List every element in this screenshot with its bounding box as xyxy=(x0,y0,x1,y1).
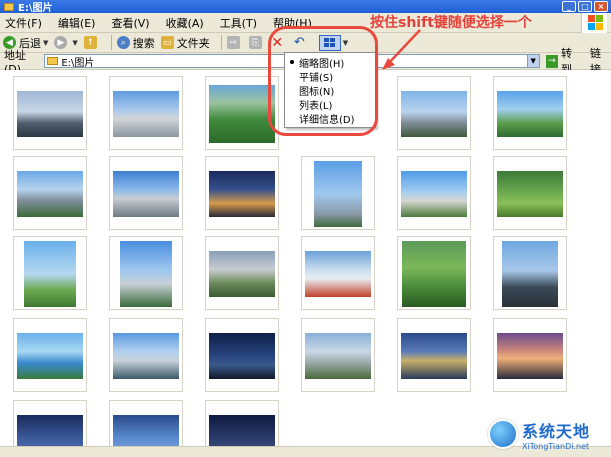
search-button[interactable]: ⌕ 搜索 xyxy=(116,35,155,51)
thumbnail-item[interactable] xyxy=(205,236,279,310)
copy-to-icon: ⎘ xyxy=(248,36,262,49)
windows-logo-icon xyxy=(581,13,607,33)
thumbnail-item[interactable] xyxy=(397,236,471,310)
thumbnail-image xyxy=(402,241,466,307)
thumbnail-image xyxy=(502,241,558,307)
forward-button[interactable]: ▶ ▼ xyxy=(54,36,78,49)
thumbnail-image xyxy=(401,91,467,137)
thumbnail-item[interactable] xyxy=(109,76,183,150)
thumbnail-item[interactable] xyxy=(397,76,471,150)
thumbnail-image xyxy=(24,241,76,307)
thumbnail-image xyxy=(497,333,563,379)
thumbnail-item[interactable] xyxy=(205,318,279,392)
thumbnail-image xyxy=(497,91,563,137)
thumbnail-item[interactable] xyxy=(493,76,567,150)
folders-button[interactable]: ▭ 文件夹 xyxy=(160,35,210,51)
window-title: E:\图片 xyxy=(18,3,53,14)
thumbnail-image xyxy=(401,171,467,217)
thumbnail-image xyxy=(305,333,371,379)
thumbnail-image xyxy=(209,415,275,446)
thumbnail-image xyxy=(17,91,83,137)
thumbnail-image xyxy=(17,333,83,379)
thumbnail-image xyxy=(497,171,563,217)
thumbnail-item[interactable] xyxy=(109,236,183,310)
menu-view[interactable]: 查看(V) xyxy=(111,15,149,31)
move-to-icon: ⇨ xyxy=(226,36,240,49)
thumbnail-item[interactable] xyxy=(109,156,183,230)
folder-icon xyxy=(47,57,59,65)
folder-icon xyxy=(4,2,14,11)
thumbnail-item[interactable] xyxy=(13,156,87,230)
thumbnail-image xyxy=(314,161,362,227)
toolbar-separator xyxy=(220,35,222,50)
thumbnail-item[interactable] xyxy=(13,76,87,150)
thumbnail-item[interactable] xyxy=(493,236,567,310)
thumbnail-image xyxy=(113,171,179,217)
menu-edit[interactable]: 编辑(E) xyxy=(58,15,96,31)
thumbnail-image xyxy=(209,85,275,143)
annotation-arrow-icon xyxy=(382,29,421,70)
thumbnail-item[interactable] xyxy=(493,318,567,392)
folder-up-icon: ↑ xyxy=(83,36,97,49)
address-value: E:\图片 xyxy=(61,57,95,69)
toolbar-separator xyxy=(110,35,112,50)
back-dropdown-icon[interactable]: ▼ xyxy=(43,39,48,47)
thumbnail-item[interactable] xyxy=(13,318,87,392)
search-icon: ⌕ xyxy=(116,36,130,49)
move-to-button[interactable]: ⇨ xyxy=(226,36,243,49)
window-controls: _ □ × xyxy=(562,1,608,12)
thumbnail-image xyxy=(401,333,467,379)
watermark: 系统天地 XiTongTianDi.net xyxy=(488,414,608,454)
thumbnail-item[interactable] xyxy=(301,156,375,230)
maximize-button[interactable]: □ xyxy=(578,1,592,12)
thumbnail-item[interactable] xyxy=(13,236,87,310)
address-dropdown-icon[interactable]: ▼ xyxy=(526,55,539,67)
menu-favorites[interactable]: 收藏(A) xyxy=(166,15,204,31)
thumbnail-item[interactable] xyxy=(301,236,375,310)
forward-dropdown-icon[interactable]: ▼ xyxy=(72,39,77,47)
thumbnail-image xyxy=(113,91,179,137)
close-button[interactable]: × xyxy=(594,1,608,12)
folders-label: 文件夹 xyxy=(176,36,210,50)
folders-icon: ▭ xyxy=(160,36,174,49)
menu-tools[interactable]: 工具(T) xyxy=(220,15,257,31)
copy-to-button[interactable]: ⎘ xyxy=(248,36,265,49)
thumbnail-image xyxy=(17,415,83,446)
thumbnail-item[interactable] xyxy=(13,400,87,446)
forward-arrow-icon: ▶ xyxy=(54,36,68,49)
thumbnail-image xyxy=(209,251,275,297)
thumbnail-item[interactable] xyxy=(205,400,279,446)
annotation-highlight-box xyxy=(268,26,378,136)
minimize-button[interactable]: _ xyxy=(562,1,576,12)
watermark-en: XiTongTianDi.net xyxy=(522,441,590,451)
thumbnail-item[interactable] xyxy=(205,156,279,230)
thumbnail-image xyxy=(120,241,172,307)
thumbnail-image xyxy=(113,415,179,446)
go-arrow-icon: → xyxy=(545,54,559,68)
thumbnail-item[interactable] xyxy=(397,156,471,230)
thumbnail-image xyxy=(17,171,83,217)
thumbnail-item[interactable] xyxy=(109,400,183,446)
thumbnail-item[interactable] xyxy=(397,318,471,392)
thumbnail-item[interactable] xyxy=(493,156,567,230)
search-label: 搜索 xyxy=(132,36,155,50)
watermark-logo-icon xyxy=(488,419,518,449)
watermark-cn: 系统天地 xyxy=(522,421,591,441)
thumbnail-image xyxy=(305,251,371,297)
thumbnail-image xyxy=(209,333,275,379)
thumbnail-image xyxy=(113,333,179,379)
menu-file[interactable]: 文件(F) xyxy=(5,15,42,31)
thumbnail-item[interactable] xyxy=(301,318,375,392)
up-button[interactable]: ↑ xyxy=(83,36,100,49)
thumbnail-item[interactable] xyxy=(109,318,183,392)
thumbnail-image xyxy=(209,171,275,217)
